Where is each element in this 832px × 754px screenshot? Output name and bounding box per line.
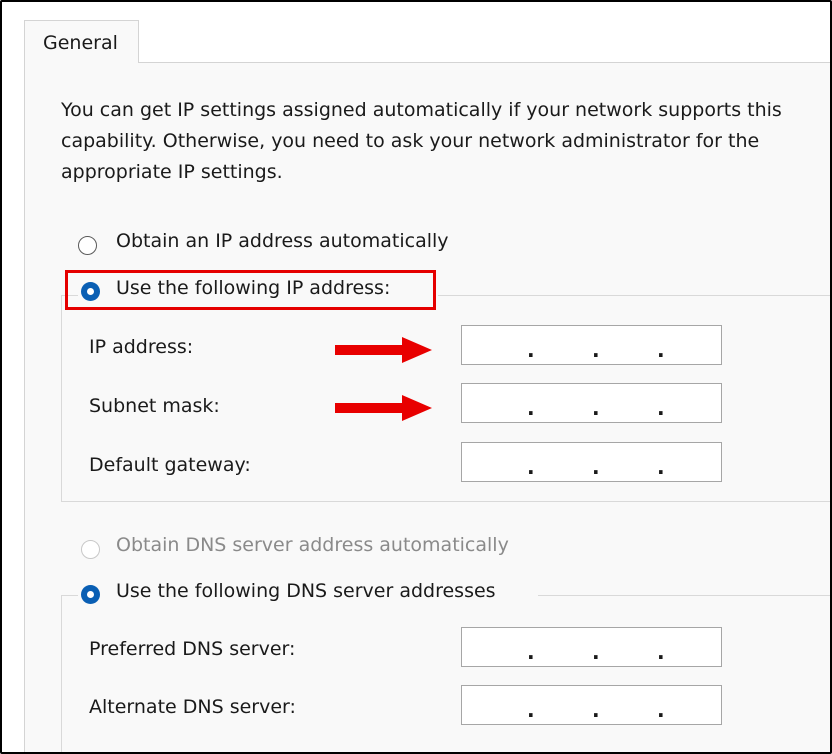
ip-octet-dot: .: [592, 396, 600, 420]
default-gateway-input[interactable]: . . .: [461, 442, 722, 482]
preferred-dns-input[interactable]: . . .: [461, 627, 722, 667]
ip-octet-dot: .: [592, 338, 600, 362]
ip-octet-dot: .: [657, 396, 665, 420]
obtain-ip-auto-radio[interactable]: [78, 236, 97, 255]
use-following-dns-radio[interactable]: [81, 585, 100, 604]
subnet-mask-input[interactable]: . . .: [461, 383, 722, 423]
ip-address-label: IP address:: [89, 336, 194, 358]
obtain-dns-auto-label[interactable]: Obtain DNS server address automatically: [116, 534, 509, 556]
subnet-mask-label: Subnet mask:: [89, 395, 220, 417]
ip-octet-dot: .: [657, 640, 665, 664]
obtain-ip-auto-label[interactable]: Obtain an IP address automatically: [116, 230, 449, 252]
default-gateway-label: Default gateway:: [89, 454, 251, 476]
ip-octet-dot: .: [592, 640, 600, 664]
ip-octet-dot: .: [657, 338, 665, 362]
use-following-dns-label[interactable]: Use the following DNS server addresses: [116, 580, 496, 602]
highlight-box: [65, 270, 436, 310]
tab-general[interactable]: General: [24, 20, 139, 63]
alternate-dns-label: Alternate DNS server:: [89, 696, 296, 718]
ip-octet-dot: .: [592, 455, 600, 479]
ip-address-input[interactable]: . . .: [461, 325, 722, 365]
ip-octet-dot: .: [527, 698, 535, 722]
alternate-dns-input[interactable]: . . .: [461, 685, 722, 725]
obtain-dns-auto-radio[interactable]: [81, 540, 100, 559]
ip-octet-dot: .: [527, 455, 535, 479]
ip-octet-dot: .: [657, 698, 665, 722]
preferred-dns-label: Preferred DNS server:: [89, 638, 296, 660]
ip-octet-dot: .: [527, 396, 535, 420]
ip-octet-dot: .: [592, 698, 600, 722]
description-text: You can get IP settings assigned automat…: [61, 99, 782, 183]
ip-octet-dot: .: [527, 640, 535, 664]
ip-octet-dot: .: [527, 338, 535, 362]
dns-server-group: [61, 595, 830, 752]
ip-octet-dot: .: [657, 455, 665, 479]
dialog-frame: General You can get IP settings assigned…: [0, 0, 832, 754]
